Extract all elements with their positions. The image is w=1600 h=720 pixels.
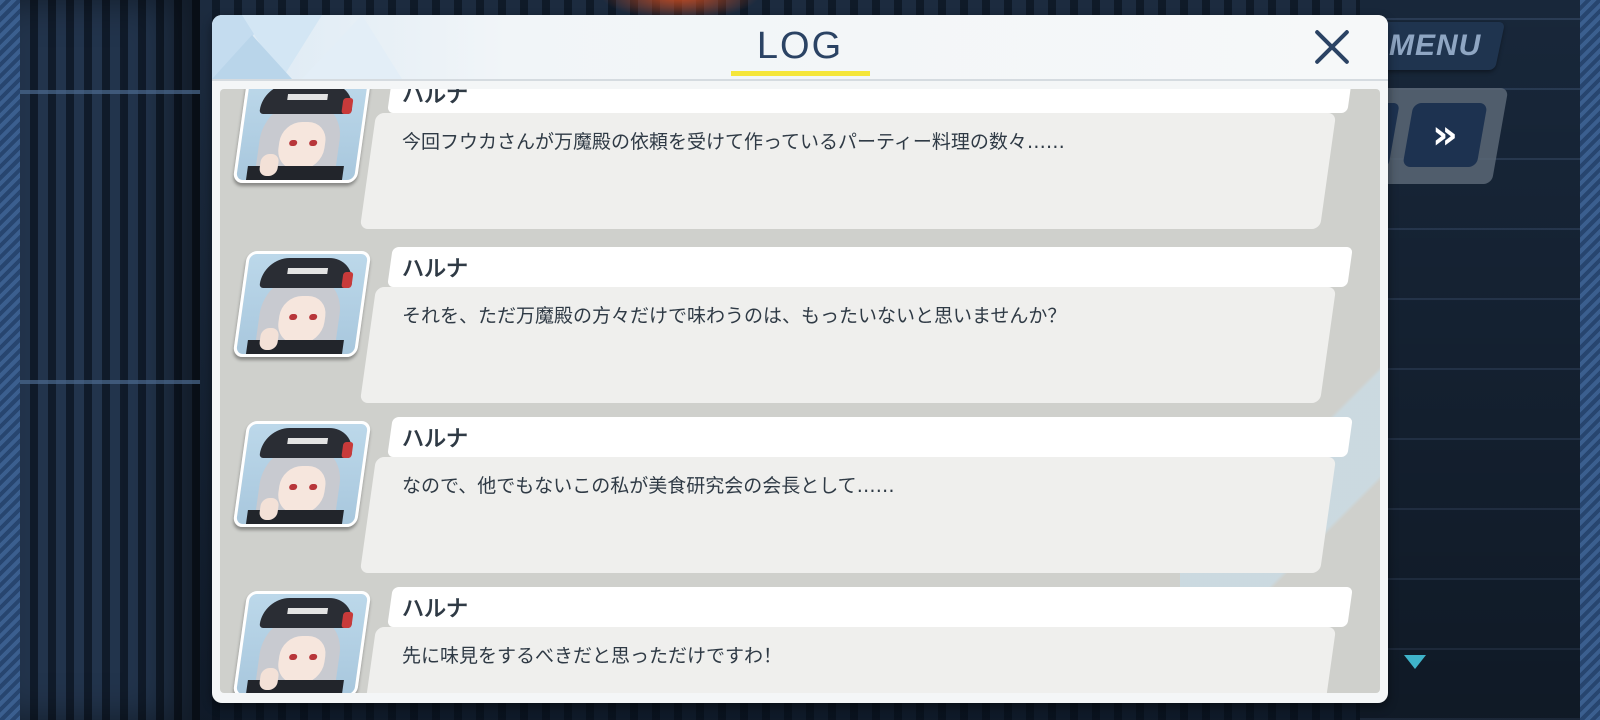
speaker-avatar	[232, 89, 372, 183]
background-left-wall	[20, 0, 200, 720]
next-triangle-icon[interactable]	[1404, 655, 1426, 669]
speaker-avatar	[232, 251, 372, 357]
screen-border-right	[1580, 0, 1600, 720]
speaker-name-bar	[387, 417, 1353, 457]
background-beam	[20, 380, 200, 384]
speaker-name: ハルナ	[402, 89, 469, 108]
page-title: LOG	[756, 25, 844, 67]
fast-forward-icon: »	[1432, 112, 1458, 158]
log-list[interactable]: ハルナ 今回フウカさんが万魔殿の依頼を受けて作っているパーティー料理の数々…… …	[220, 89, 1380, 693]
dialogue-text: なので、他でもないこの私が美食研究会の会長として……	[402, 475, 895, 497]
fast-forward-button[interactable]: »	[1402, 103, 1488, 167]
speaker-name: ハルナ	[402, 427, 469, 452]
screen-border-left	[0, 0, 20, 720]
dialogue-text: 今回フウカさんが万魔殿の依頼を受けて作っているパーティー料理の数々……	[402, 131, 1065, 153]
log-entry: ハルナ それを、ただ万魔殿の方々だけで味わうのは、もったいないと思いませんか？	[220, 247, 1380, 407]
speaker-name: ハルナ	[402, 597, 469, 622]
speaker-name-bar	[387, 89, 1353, 113]
log-panel: LOG ハルナ 今回フウカさんが万魔殿の依頼を受けて作っているパーティー料理の数…	[212, 15, 1388, 703]
menu-button-label: MENU	[1388, 29, 1482, 62]
dialogue-text: 先に味見をするべきだと思っただけですわ！	[402, 645, 783, 667]
log-entry: ハルナ 先に味見をするべきだと思っただけですわ！	[220, 587, 1380, 693]
log-entry: ハルナ なので、他でもないこの私が美食研究会の会長として……	[220, 417, 1380, 577]
speaker-avatar	[232, 421, 372, 527]
background-beam	[20, 90, 200, 94]
log-entry: ハルナ 今回フウカさんが万魔殿の依頼を受けて作っているパーティー料理の数々……	[220, 89, 1380, 233]
speaker-name-bar	[387, 247, 1353, 287]
title-underline	[731, 71, 870, 76]
speaker-avatar	[232, 591, 372, 693]
close-icon[interactable]	[1312, 27, 1352, 67]
speaker-name-bar	[387, 587, 1353, 627]
dialogue-text: それを、ただ万魔殿の方々だけで味わうのは、もったいないと思いませんか？	[402, 305, 1067, 327]
speaker-name: ハルナ	[402, 257, 469, 282]
log-panel-header: LOG	[212, 15, 1388, 81]
